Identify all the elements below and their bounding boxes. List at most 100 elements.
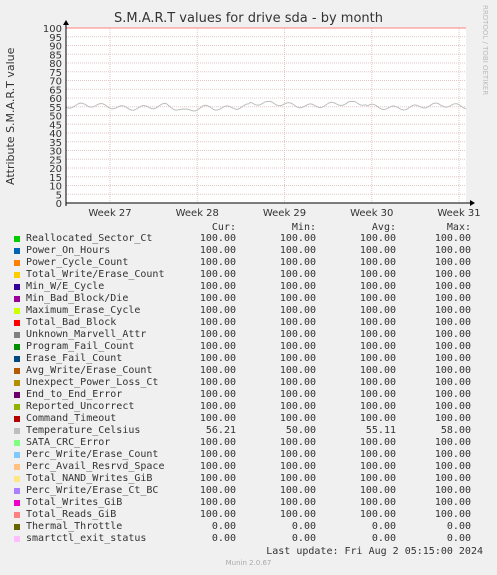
legend-value-avg: 100.00	[359, 509, 396, 520]
legend-value-min: 100.00	[279, 293, 316, 304]
legend-value-max: 100.00	[434, 233, 471, 244]
x-tick-label: Week 29	[263, 208, 306, 219]
legend-value-min: 100.00	[279, 437, 316, 448]
legend-row: Reallocated_Sector_Ct 100.00 100.00 100.00 1…	[0, 233, 497, 245]
legend-value-min: 0.00	[291, 521, 316, 532]
legend-header-max: Max:	[446, 222, 471, 233]
legend-series-name: smartctl_exit_status	[26, 533, 147, 544]
legend-row: Perc_Write/Erase_Count 100.00 100.00 100.00…	[0, 449, 497, 461]
legend-value-cur: 100.00	[199, 341, 236, 352]
legend-value-min: 50.00	[285, 425, 316, 436]
legend-swatch	[14, 344, 20, 350]
legend-swatch	[14, 392, 20, 398]
legend-series-name: Perc_Write/Erase_Ct_BC	[26, 485, 159, 496]
legend-swatch	[14, 536, 20, 542]
legend-value-avg: 100.00	[359, 497, 396, 508]
x-tick-label: Week 28	[176, 208, 219, 219]
legend-value-min: 100.00	[279, 509, 316, 520]
legend-value-min: 100.00	[279, 341, 316, 352]
legend-value-max: 100.00	[434, 269, 471, 280]
legend-swatch	[14, 272, 20, 278]
legend-header-avg: Avg:	[371, 222, 396, 233]
legend-value-min: 100.00	[279, 305, 316, 316]
legend-value-avg: 100.00	[359, 329, 396, 340]
legend-value-min: 100.00	[279, 233, 316, 244]
legend-swatch	[14, 524, 20, 530]
legend-row: Power_On_Hours 100.00 100.00 100.00 100.00	[0, 245, 497, 257]
legend-value-min: 100.00	[279, 473, 316, 484]
legend-swatch	[14, 488, 20, 494]
legend-value-avg: 100.00	[359, 341, 396, 352]
legend-value-cur: 100.00	[199, 437, 236, 448]
legend-swatch	[14, 284, 20, 290]
legend-value-cur: 100.00	[199, 413, 236, 424]
legend-swatch	[14, 236, 20, 242]
legend-value-avg: 100.00	[359, 377, 396, 388]
legend-value-min: 100.00	[279, 365, 316, 376]
legend-row: Unexpect_Power_Loss_Ct 100.00 100.00 100.00…	[0, 377, 497, 389]
legend-series-name: Total_NAND_Writes_GiB	[26, 473, 153, 484]
legend-row: Program_Fail_Count 100.00 100.00 100.00 100.…	[0, 341, 497, 353]
legend-value-min: 100.00	[279, 257, 316, 268]
legend-series-name: Perc_Avail_Resrvd_Space	[26, 461, 165, 472]
legend-value-cur: 100.00	[199, 329, 236, 340]
legend-series-name: Min_W/E_Cycle	[26, 281, 105, 292]
legend-value-max: 100.00	[434, 461, 471, 472]
legend-value-cur: 100.00	[199, 497, 236, 508]
legend-value-max: 100.00	[434, 449, 471, 460]
legend-series-name: Program_Fail_Count	[26, 341, 135, 352]
legend-series-name: Avg_Write/Erase_Count	[26, 365, 153, 376]
legend-value-max: 100.00	[434, 353, 471, 364]
legend-swatch	[14, 512, 20, 518]
legend-value-max: 100.00	[434, 473, 471, 484]
x-tick-label: Week 31	[437, 208, 480, 219]
legend-value-cur: 100.00	[199, 401, 236, 412]
legend-swatch	[14, 260, 20, 266]
legend-value-avg: 100.00	[359, 281, 396, 292]
legend-value-max: 100.00	[434, 317, 471, 328]
legend-value-max: 100.00	[434, 305, 471, 316]
legend-value-max: 100.00	[434, 293, 471, 304]
legend-value-max: 0.00	[446, 533, 471, 544]
legend-swatch	[14, 332, 20, 338]
legend-value-cur: 100.00	[199, 509, 236, 520]
legend-value-cur: 100.00	[199, 293, 236, 304]
legend-row: Min_W/E_Cycle 100.00 100.00 100.00 100.00	[0, 281, 497, 293]
legend-row: Reported_Uncorrect 100.00 100.00 100.00 100.…	[0, 401, 497, 413]
legend-value-avg: 100.00	[359, 461, 396, 472]
legend-value-min: 100.00	[279, 269, 316, 280]
legend-value-min: 100.00	[279, 245, 316, 256]
legend-value-avg: 100.00	[359, 485, 396, 496]
legend-series-name: Erase_Fail_Count	[26, 353, 123, 364]
legend-row: Maximum_Erase_Cycle 100.00 100.00 100.00 100…	[0, 305, 497, 317]
legend-value-min: 100.00	[279, 401, 316, 412]
legend-series-name: Min_Bad_Block/Die	[26, 293, 129, 304]
legend-value-cur: 100.00	[199, 269, 236, 280]
legend-value-avg: 100.00	[359, 437, 396, 448]
legend-value-min: 0.00	[291, 533, 316, 544]
legend-series-name: Total_Bad_Block	[26, 317, 117, 328]
legend-row: End_to_End_Error 100.00 100.00 100.00 100.00	[0, 389, 497, 401]
legend-row: Command_Timeout 100.00 100.00 100.00 100.00	[0, 413, 497, 425]
legend-value-cur: 100.00	[199, 461, 236, 472]
legend-value-avg: 100.00	[359, 389, 396, 400]
legend-swatch	[14, 380, 20, 386]
legend-value-avg: 100.00	[359, 305, 396, 316]
legend-swatch	[14, 320, 20, 326]
legend-value-avg: 100.00	[359, 365, 396, 376]
legend-value-cur: 100.00	[199, 365, 236, 376]
legend-value-min: 100.00	[279, 497, 316, 508]
legend-row: Min_Bad_Block/Die 100.00 100.00 100.00 100.0…	[0, 293, 497, 305]
legend-series-name: Thermal_Throttle	[26, 521, 123, 532]
legend: Reallocated_Sector_Ct 100.00 100.00 100.00 1…	[0, 233, 497, 545]
legend-value-min: 100.00	[279, 329, 316, 340]
legend-series-name: Temperature_Celsius	[26, 425, 141, 436]
legend-value-cur: 100.00	[199, 305, 236, 316]
legend-value-min: 100.00	[279, 281, 316, 292]
legend-row: Unknown_Marvell_Attr 100.00 100.00 100.00 10…	[0, 329, 497, 341]
legend-header-cur: Cur:	[211, 222, 236, 233]
legend-swatch	[14, 416, 20, 422]
legend-value-avg: 0.00	[371, 533, 396, 544]
legend-series-name: Reported_Uncorrect	[26, 401, 135, 412]
x-tick-label: Week 27	[88, 208, 131, 219]
